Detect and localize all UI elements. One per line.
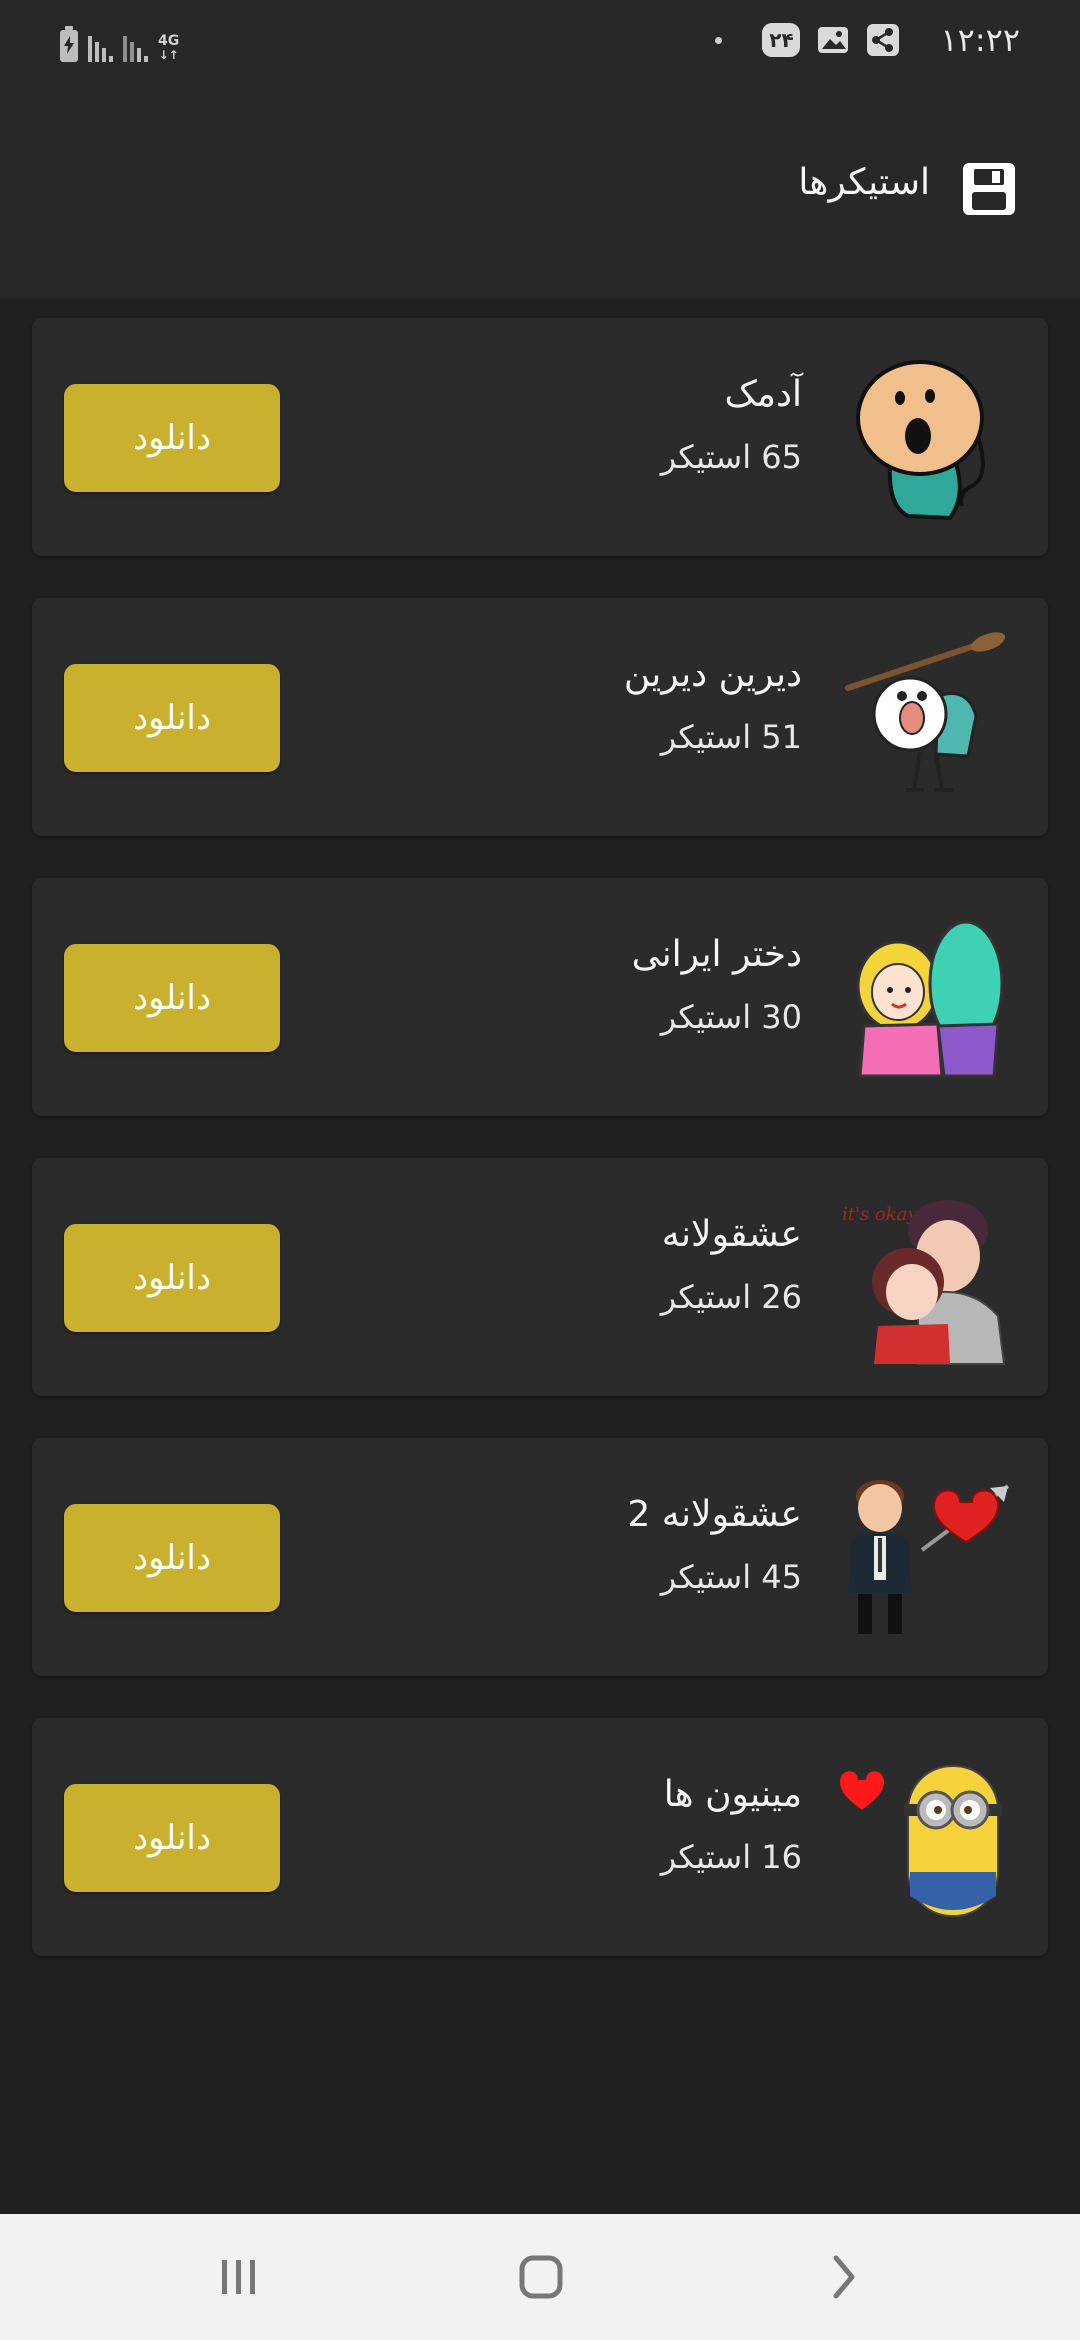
minion-sticker	[840, 1765, 1002, 1917]
man-heart-sticker	[848, 1480, 1010, 1634]
sticker-pack-card[interactable]: عشقولانه 2 45 استیکر دانلود	[32, 1438, 1048, 1676]
pack-sticker-count: 30 استیکر	[660, 998, 802, 1036]
status-bar: 4G ↓↑ ۲۴ ۱۲:۲۲	[0, 0, 1080, 80]
dot-icon	[715, 36, 723, 44]
signal-icon	[88, 32, 113, 62]
pack-name: دختر ایرانی	[631, 934, 802, 975]
badge-icon: ۲۴	[762, 23, 801, 57]
gallery-icon	[818, 27, 849, 53]
network-4g-icon: 4G ↓↑	[158, 33, 180, 62]
sticker-pack-card[interactable]: it's okay عشقولانه 26 استیکر دانلود	[32, 1158, 1048, 1396]
sticker-pack-card[interactable]: دختر ایرانی 30 استیکر دانلود	[32, 878, 1048, 1116]
pack-name: عشقولانه	[661, 1214, 802, 1255]
recent-apps-icon[interactable]	[206, 2244, 272, 2310]
battery-charging-icon	[60, 26, 78, 62]
download-button[interactable]: دانلود	[64, 664, 280, 772]
home-icon[interactable]	[508, 2244, 574, 2310]
network-label: 4G	[158, 33, 180, 49]
app-bar: استیکرها	[0, 80, 1080, 298]
back-icon[interactable]	[810, 2244, 876, 2310]
save-icon[interactable]	[960, 160, 1018, 218]
sticker-pack-card[interactable]: دیرین دیرین 51 استیکر دانلود	[32, 598, 1048, 836]
pack-sticker-count: 65 استیکر	[660, 438, 802, 476]
pack-name: عشقولانه 2	[627, 1494, 802, 1535]
status-right: ۲۴ ۱۲:۲۲	[715, 18, 1020, 62]
sticker-caption: it's okay	[842, 1204, 918, 1225]
download-button[interactable]: دانلود	[64, 1504, 280, 1612]
download-button[interactable]: دانلود	[64, 1784, 280, 1892]
stick-figure-sticker	[856, 360, 985, 521]
share-icon	[867, 24, 900, 56]
page-title: استیکرها	[798, 162, 930, 203]
pack-sticker-count: 16 استیکر	[660, 1838, 802, 1876]
sticker-pack-card[interactable]: آدمک 65 استیکر دانلود	[32, 318, 1048, 556]
status-left: 4G ↓↑	[60, 18, 179, 62]
system-nav-bar	[0, 2214, 1080, 2340]
status-clock: ۱۲:۲۲	[940, 21, 1020, 59]
download-button[interactable]: دانلود	[64, 1224, 280, 1332]
couple-sticker: it's okay	[842, 1200, 1006, 1365]
signal-icon	[123, 32, 148, 62]
sticker-pack-card[interactable]: مینیون ها 16 استیکر دانلود	[32, 1718, 1048, 1956]
pack-sticker-count: 51 استیکر	[660, 718, 802, 756]
pack-name: مینیون ها	[663, 1774, 802, 1815]
download-button[interactable]: دانلود	[64, 944, 280, 1052]
pack-name: دیرین دیرین	[623, 654, 802, 695]
old-man-sticker	[845, 632, 1006, 792]
pack-name: آدمک	[724, 374, 802, 415]
pack-sticker-count: 26 استیکر	[660, 1278, 802, 1316]
download-button[interactable]: دانلود	[64, 384, 280, 492]
iranian-girl-sticker	[856, 920, 1004, 1078]
pack-sticker-count: 45 استیکر	[660, 1558, 802, 1596]
